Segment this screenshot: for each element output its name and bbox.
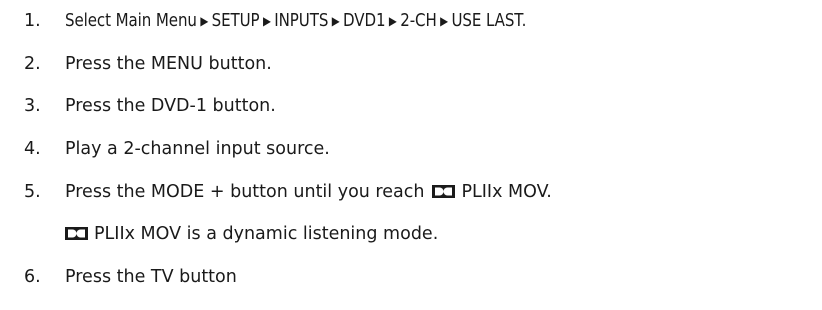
arrow-right-icon: ▶ — [440, 14, 449, 28]
step-5-note: PLIIx MOV is a dynamic listening mode. — [65, 222, 438, 246]
step-text: Play a 2-channel input source. — [65, 139, 330, 159]
path-item: 2-CH — [400, 11, 437, 31]
step-number: 2. — [24, 54, 41, 74]
step-text: Press the DVD-1 button. — [65, 96, 276, 116]
path-item: INPUTS — [274, 11, 329, 31]
step-number: 5. — [24, 182, 41, 202]
dolby-double-d-icon — [65, 223, 88, 240]
menu-path: Select Main Menu ▶ SETUP ▶ INPUTS ▶ DVD1 ▶ 2-CH ▶… — [65, 9, 526, 33]
arrow-right-icon: ▶ — [262, 14, 271, 28]
path-item: DVD1 — [343, 11, 386, 31]
path-item: SETUP — [211, 11, 260, 31]
step-text: Press the MODE + button until you reach … — [65, 180, 552, 204]
step-number: 6. — [24, 267, 41, 287]
instruction-steps: 1. Select Main Menu ▶ SETUP ▶ INPUTS ▶ DVD1 ▶ 2-… — [0, 0, 822, 310]
arrow-right-icon: ▶ — [388, 14, 397, 28]
step-number: 1. — [24, 11, 41, 31]
mode-label: PLIIx MOV. — [461, 182, 552, 202]
step-text: Press the MENU button. — [65, 54, 272, 74]
path-item: Select Main Menu — [65, 11, 197, 31]
arrow-right-icon: ▶ — [200, 14, 209, 28]
step-number: 4. — [24, 139, 41, 159]
note-text: is a dynamic listening mode. — [186, 224, 439, 244]
dolby-double-d-icon — [432, 181, 456, 198]
path-item: USE LAST. — [451, 11, 527, 31]
step-text-before: Press the MODE + button until you reach — [65, 182, 425, 202]
note-mode-label: PLIIx MOV — [94, 224, 182, 244]
step-number: 3. — [24, 96, 41, 116]
step-text: Press the TV button — [65, 267, 237, 287]
arrow-right-icon: ▶ — [331, 14, 340, 28]
